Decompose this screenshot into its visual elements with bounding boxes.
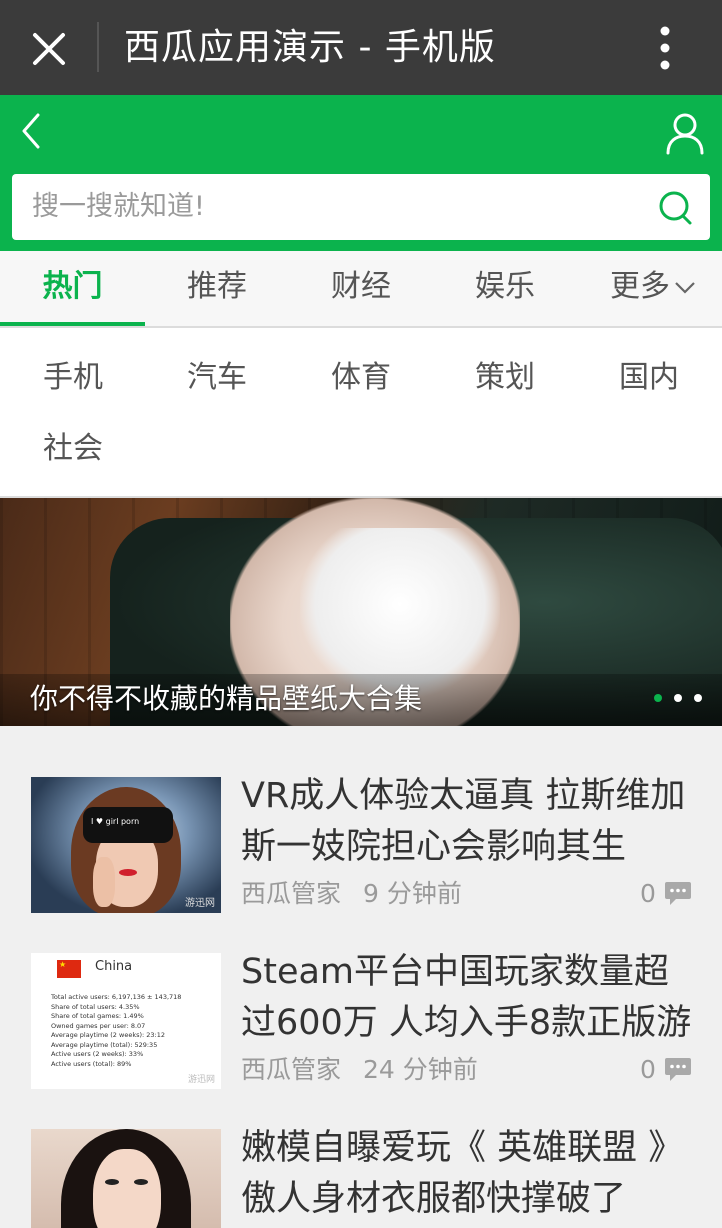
carousel-dot[interactable] bbox=[694, 694, 702, 702]
title-divider bbox=[97, 22, 99, 72]
news-time: 24 分钟前 bbox=[363, 1055, 478, 1084]
user-profile-button[interactable] bbox=[662, 111, 708, 155]
tab-more[interactable]: 更多 bbox=[598, 251, 708, 326]
tab-hot[interactable]: 热门 bbox=[0, 251, 145, 326]
banner-carousel[interactable]: 你不得不收藏的精品壁纸大合集 bbox=[0, 498, 722, 726]
thumbnail-watermark: 游迅网 bbox=[187, 1075, 215, 1085]
news-thumbnail: I ♥ girl porn 游迅网 bbox=[31, 777, 221, 913]
category-tabs: 热门 推荐 财经 娱乐 更多 bbox=[0, 251, 722, 328]
thumbnail-stats: Total active users: 6,197,136 ± 143,718 … bbox=[51, 993, 182, 1068]
news-title[interactable]: 嫩模自曝爱玩《 英雄联盟 》傲人身材衣服都快撑破了 bbox=[241, 1123, 701, 1225]
category-panel: 手机 汽车 体育 策划 国内 社会 bbox=[0, 328, 722, 498]
news-title[interactable]: Steam平台中国玩家数量超过600万 人均入手8款正版游 bbox=[241, 947, 701, 1049]
carousel-dot[interactable] bbox=[674, 694, 682, 702]
news-meta: 西瓜管家 9 分钟前 bbox=[241, 877, 462, 911]
comment-count: 0 bbox=[640, 879, 656, 908]
comment-icon bbox=[665, 882, 691, 905]
carousel-dots bbox=[654, 694, 702, 702]
back-button[interactable] bbox=[14, 109, 50, 153]
close-icon bbox=[33, 33, 65, 65]
carousel-dot[interactable] bbox=[654, 694, 662, 702]
banner-image-dress bbox=[300, 528, 500, 698]
search-placeholder: 搜一搜就知道! bbox=[32, 191, 205, 222]
category-phone[interactable]: 手机 bbox=[43, 358, 103, 398]
user-icon bbox=[666, 113, 704, 155]
category-society[interactable]: 社会 bbox=[43, 429, 103, 469]
search-input[interactable]: 搜一搜就知道! bbox=[12, 174, 710, 240]
chevron-down-icon bbox=[675, 281, 695, 294]
thumbnail-country: China bbox=[95, 959, 133, 974]
banner-caption: 你不得不收藏的精品壁纸大合集 bbox=[30, 682, 423, 715]
vr-headset-text: I ♥ girl porn bbox=[91, 817, 140, 826]
news-source: 西瓜管家 bbox=[241, 879, 342, 908]
news-source: 西瓜管家 bbox=[241, 1055, 342, 1084]
more-menu-button[interactable] bbox=[642, 20, 688, 76]
news-time: 9 分钟前 bbox=[363, 879, 462, 908]
page-title: 西瓜应用演示 - 手机版 bbox=[124, 27, 496, 68]
category-auto[interactable]: 汽车 bbox=[187, 358, 247, 398]
tab-entertainment[interactable]: 娱乐 bbox=[433, 251, 577, 326]
news-title[interactable]: VR成人体验太逼真 拉斯维加斯一妓院担心会影响其生 bbox=[241, 771, 701, 873]
category-planning[interactable]: 策划 bbox=[475, 358, 535, 398]
vertical-dots-icon bbox=[660, 26, 670, 70]
tab-finance[interactable]: 财经 bbox=[289, 251, 433, 326]
tab-recommend[interactable]: 推荐 bbox=[145, 251, 289, 326]
news-thumbnail bbox=[31, 1129, 221, 1228]
category-domestic[interactable]: 国内 bbox=[619, 358, 679, 398]
search-icon[interactable] bbox=[656, 188, 696, 228]
app-title-bar: 西瓜应用演示 - 手机版 bbox=[0, 0, 722, 95]
news-item[interactable]: I ♥ girl porn 游迅网 VR成人体验太逼真 拉斯维加斯一妓院担心会影… bbox=[0, 776, 722, 927]
header-bar: 搜一搜就知道! bbox=[0, 95, 722, 251]
category-sports[interactable]: 体育 bbox=[331, 358, 391, 398]
tab-more-label: 更多 bbox=[610, 269, 670, 304]
flag-star-icon: ★ bbox=[59, 960, 67, 969]
news-item[interactable]: 嫩模自曝爱玩《 英雄联盟 》傲人身材衣服都快撑破了 bbox=[0, 1128, 722, 1228]
comment-icon bbox=[665, 1058, 691, 1081]
news-thumbnail: ★ China Total active users: 6,197,136 ± … bbox=[31, 953, 221, 1089]
chevron-left-icon bbox=[22, 113, 40, 149]
thumbnail-watermark: 游迅网 bbox=[185, 898, 215, 909]
comment-count: 0 bbox=[640, 1055, 656, 1084]
active-tab-indicator bbox=[0, 322, 145, 326]
news-meta: 西瓜管家 24 分钟前 bbox=[241, 1053, 478, 1087]
news-item[interactable]: ★ China Total active users: 6,197,136 ± … bbox=[0, 952, 722, 1103]
close-button[interactable] bbox=[24, 24, 74, 74]
